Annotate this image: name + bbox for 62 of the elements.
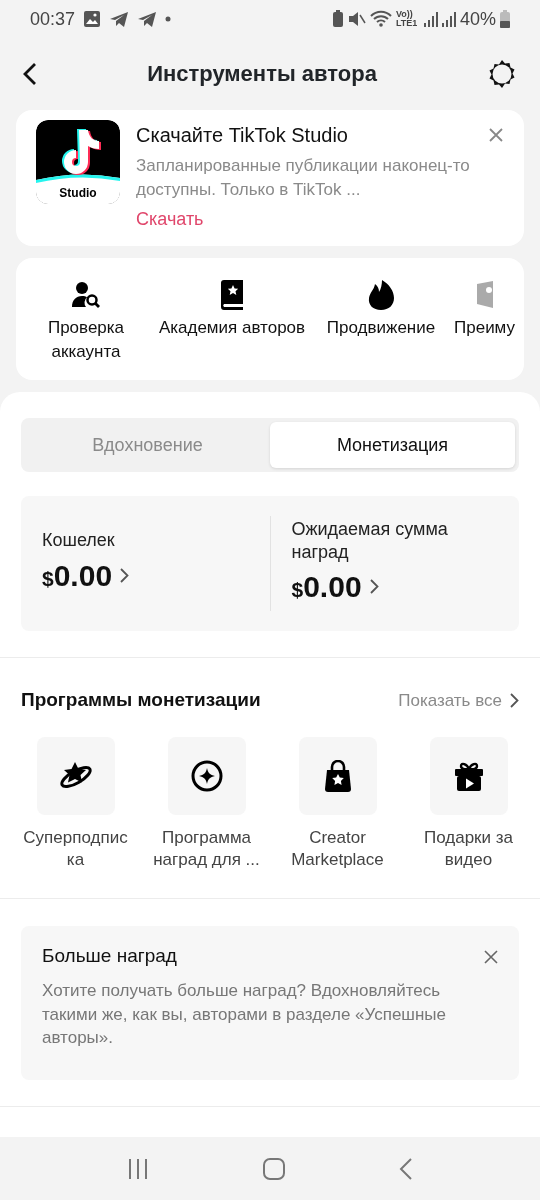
back-nav-button[interactable] (399, 1156, 414, 1181)
recent-apps-icon (126, 1158, 149, 1181)
chevron-icon (369, 579, 379, 595)
chevron-icon (120, 567, 130, 583)
download-link[interactable]: Скачать (136, 205, 204, 233)
page-title: Инструменты автора (147, 60, 377, 88)
user-search-icon (71, 280, 101, 310)
wifi-icon (369, 10, 392, 28)
network-label: Vo)) LTE1 (395, 10, 419, 28)
dot-icon (165, 16, 172, 22)
flame-icon (367, 280, 395, 310)
tool-item[interactable]: Продвижение (326, 280, 436, 340)
balance-label: Ожидаемая сумма наград (291, 517, 449, 564)
program-item[interactable]: Подарки за видео (403, 736, 534, 873)
tab[interactable]: Монетизация (270, 422, 515, 468)
tool-label: Продвижение (326, 317, 436, 339)
back-icon (22, 62, 38, 87)
program-label: Creator Marketplace (290, 826, 385, 872)
book-icon (219, 280, 245, 310)
tool-item[interactable]: Проверка аккаунта (36, 280, 136, 364)
send-notification-icon (109, 10, 130, 28)
promo-title: Скачайте TikTok Studio (136, 123, 349, 148)
signal-icon (441, 11, 456, 27)
rewards-title: Больше наград (42, 944, 177, 969)
shield-icon (476, 280, 493, 310)
balance-label: Кошелек (42, 529, 116, 553)
back-icon (399, 1156, 414, 1181)
balance-amount: $0.00 (291, 569, 362, 606)
show-all-link[interactable]: Показать все (398, 687, 519, 713)
program-label: Подарки за видео (422, 826, 514, 872)
home-button[interactable] (262, 1156, 286, 1181)
send-notification-icon (137, 10, 158, 28)
battery-saver-icon (331, 10, 344, 28)
shopping-bag-icon (322, 759, 353, 792)
sparkle-circle-icon (190, 759, 223, 792)
section-title: Программы монетизации (21, 688, 261, 712)
rewards-description: Хотите получать больше наград? Вдохновляйтесь такими же, как вы, авторами в разделе «Успешные авторы». (42, 979, 448, 1050)
home-icon (262, 1156, 286, 1181)
program-item[interactable]: Суперподпис ка (10, 736, 141, 873)
balance-amount: $0.00 (42, 557, 113, 594)
battery-percent: 40% (459, 7, 496, 31)
close-icon (488, 126, 504, 143)
tool-label: Преиму (454, 317, 515, 339)
chevron-icon (510, 692, 519, 708)
tool-label: Проверка аккаунта (46, 317, 126, 363)
program-label: Суперподпис ка (22, 826, 129, 872)
gallery-notification-icon (83, 10, 102, 28)
tool-item[interactable]: Преиму (454, 280, 515, 340)
clock: 00:37 (30, 7, 76, 31)
recent-apps-button[interactable] (126, 1156, 149, 1181)
logo-label: Studio (58, 185, 98, 202)
battery-icon (500, 10, 510, 28)
program-item[interactable]: Программа наград для ... (141, 736, 272, 873)
mute-icon (347, 10, 366, 28)
back-button[interactable] (22, 61, 38, 87)
signal-icon (423, 11, 438, 27)
program-label: Программа наград для ... (152, 826, 261, 872)
tool-label: Академия авторов (158, 317, 306, 339)
promo-description: Запланированные публикации наконец-то доступны. Только в TikTok ... (136, 155, 471, 201)
tool-item[interactable]: Академия авторов (158, 280, 306, 340)
program-item[interactable]: Creator Marketplace (272, 736, 403, 873)
close-icon (484, 950, 498, 965)
